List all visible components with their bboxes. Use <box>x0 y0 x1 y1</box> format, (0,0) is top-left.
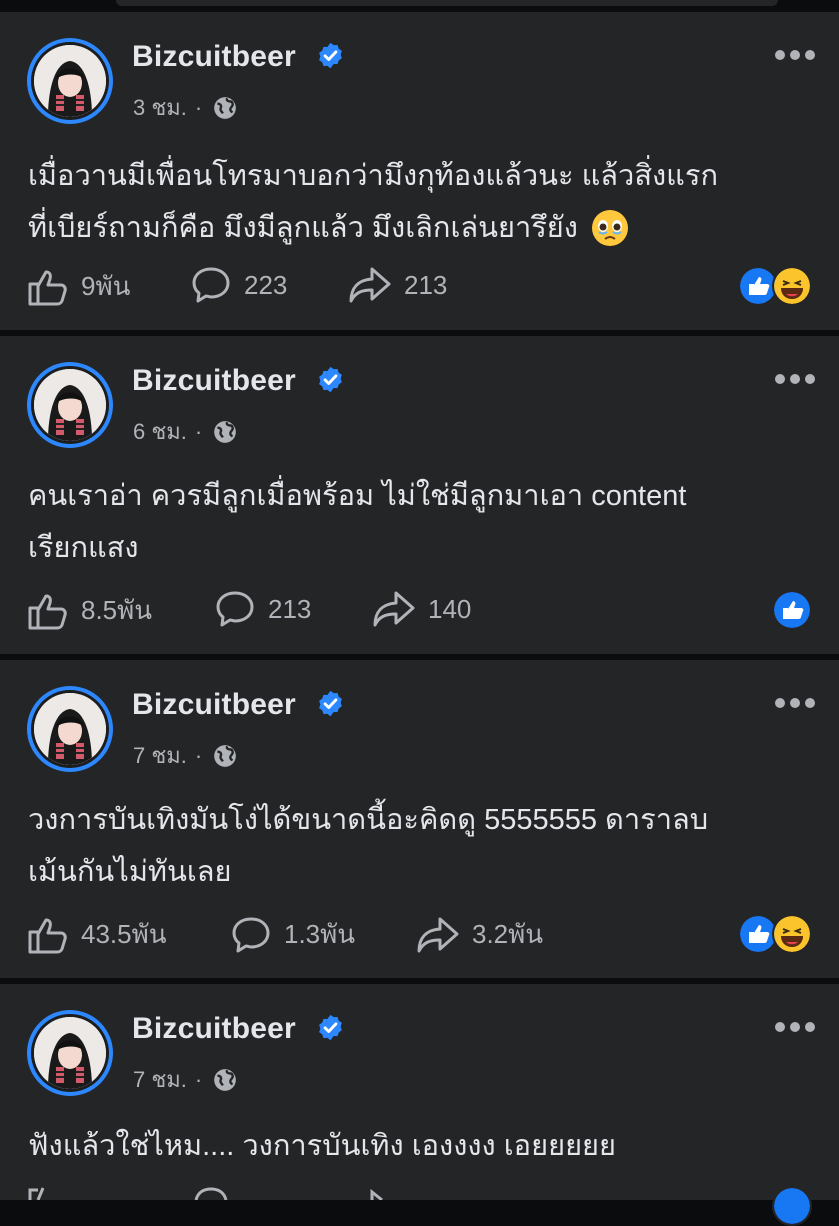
more-options-icon[interactable] <box>773 696 817 710</box>
reaction-summary[interactable] <box>738 266 812 306</box>
post-text-line: เมื่อวานมีเพื่อนโทรมาบอกว่ามึงกุท้องแล้ว… <box>28 160 719 192</box>
like-count: 43.5พัน <box>81 919 167 949</box>
post-text-line-with-emoji: ที่เบียร์ถามก็คือ มึงมีลูกแล้ว มึงเลิกเล… <box>28 202 818 254</box>
avatar[interactable] <box>27 1010 113 1096</box>
post-card: Bizcuitbeer 6 ชม. · คนเราอ่า ควรมีลูกเมื่… <box>0 336 839 654</box>
avatar-photo <box>34 45 106 117</box>
share-count: 140 <box>428 593 472 624</box>
author-name[interactable]: Bizcuitbeer <box>132 1012 296 1046</box>
avatar-photo <box>34 693 106 765</box>
like-thumb-icon <box>28 594 67 629</box>
post-text-line: ฟังแล้วใช่ไหม.... วงการบันเทิง เองงงง เอ… <box>28 1130 617 1162</box>
post-text-line: ที่เบียร์ถามก็คือ มึงมีลูกแล้ว มึงเลิกเล… <box>28 212 578 244</box>
share-button[interactable]: 3.2พัน <box>416 914 543 955</box>
author-name[interactable]: Bizcuitbeer <box>132 364 296 398</box>
post-card: Bizcuitbeer 7 ชม. · ฟังแล้วใช่ไหม.... วงก… <box>0 984 839 1226</box>
haha-reaction-icon <box>772 914 812 954</box>
avatar[interactable] <box>27 38 113 124</box>
avatar[interactable] <box>27 686 113 772</box>
avatar[interactable] <box>27 362 113 448</box>
share-arrow-icon <box>349 267 391 303</box>
crying-face-emoji <box>591 210 628 246</box>
like-reaction-icon <box>772 590 812 630</box>
top-edge <box>0 0 839 12</box>
post-time[interactable]: 3 ชม. <box>133 90 187 125</box>
comment-bubble-icon <box>232 917 270 952</box>
verified-badge-icon <box>319 42 342 69</box>
post-meta: 6 ชม. · <box>133 414 238 449</box>
comment-count: 1.3พัน <box>284 919 356 949</box>
post-text: เมื่อวานมีเพื่อนโทรมาบอกว่ามึงกุท้องแล้ว… <box>28 150 818 254</box>
avatar-photo <box>34 1017 106 1089</box>
verified-badge-icon <box>319 1014 342 1041</box>
share-count: 3.2พัน <box>472 919 544 949</box>
like-thumb-icon <box>28 270 67 305</box>
share-count: 213 <box>404 269 448 300</box>
post-meta: 7 ชม. · <box>133 738 238 773</box>
comment-bubble-icon <box>192 267 230 303</box>
globe-icon <box>214 1068 237 1091</box>
like-count: 8.5พัน <box>81 595 153 625</box>
post-time[interactable]: 6 ชม. <box>133 414 187 449</box>
like-button[interactable]: 9พัน <box>27 266 130 307</box>
comment-bubble-icon <box>216 591 254 627</box>
post-time[interactable]: 7 ชม. <box>133 1062 187 1097</box>
like-thumb-icon[interactable] <box>27 1186 69 1200</box>
post-card: Bizcuitbeer 7 ชม. · วงการบันเทิงมันโง่ได้… <box>0 660 839 978</box>
share-button[interactable]: 140 <box>372 590 471 628</box>
post-time[interactable]: 7 ชม. <box>133 738 187 773</box>
comment-count: 223 <box>244 269 288 300</box>
comment-button[interactable]: 223 <box>190 266 287 304</box>
like-thumb-icon <box>28 918 67 953</box>
share-arrow-icon[interactable] <box>348 1186 392 1200</box>
comment-button[interactable]: 213 <box>214 590 311 628</box>
avatar-photo <box>34 369 106 441</box>
like-button[interactable]: 43.5พัน <box>27 914 167 955</box>
more-options-icon[interactable] <box>773 48 817 62</box>
post-text: ฟังแล้วใช่ไหม.... วงการบันเทิง เองงงง เอ… <box>28 1120 818 1172</box>
more-options-icon[interactable] <box>773 1020 817 1034</box>
globe-icon <box>214 420 237 443</box>
more-options-icon[interactable] <box>773 372 817 386</box>
post-meta: 7 ชม. · <box>133 1062 238 1097</box>
haha-reaction-icon <box>772 266 812 306</box>
like-count: 9พัน <box>81 271 131 301</box>
post-text: วงการบันเทิงมันโง่ได้ขนาดนี้อะคิดดู 5555… <box>28 794 818 898</box>
share-arrow-icon <box>417 917 459 952</box>
comment-button[interactable]: 1.3พัน <box>230 914 355 955</box>
comment-count: 213 <box>268 593 312 624</box>
globe-icon <box>214 744 237 767</box>
like-button[interactable]: 8.5พัน <box>27 590 152 631</box>
author-name[interactable]: Bizcuitbeer <box>132 40 296 74</box>
post-text-line: เม้นกันไม่ทันเลย <box>28 856 232 888</box>
reaction-summary[interactable] <box>738 914 812 954</box>
post-text-line: เรียกแสง <box>28 532 139 564</box>
globe-icon <box>214 96 237 119</box>
verified-badge-icon <box>319 690 342 717</box>
post-card: Bizcuitbeer 3 ชม. · เมื่อวานมีเพื่อนโทรมา… <box>0 12 839 330</box>
post-text-line: คนเราอ่า ควรมีลูกเมื่อพร้อม ไม่ใช่มีลูกม… <box>28 480 687 512</box>
previous-card-edge <box>116 0 778 6</box>
share-arrow-icon <box>373 591 415 627</box>
verified-badge-icon <box>319 366 342 393</box>
share-button[interactable]: 213 <box>348 266 447 304</box>
reaction-summary[interactable] <box>772 590 812 630</box>
author-name[interactable]: Bizcuitbeer <box>132 688 296 722</box>
post-text-line: วงการบันเทิงมันโง่ได้ขนาดนี้อะคิดดู 5555… <box>28 804 709 836</box>
like-reaction-icon[interactable] <box>772 1186 812 1226</box>
comment-bubble-icon[interactable] <box>190 1186 232 1200</box>
post-text: คนเราอ่า ควรมีลูกเมื่อพร้อม ไม่ใช่มีลูกม… <box>28 470 818 574</box>
post-meta: 3 ชม. · <box>133 90 238 125</box>
